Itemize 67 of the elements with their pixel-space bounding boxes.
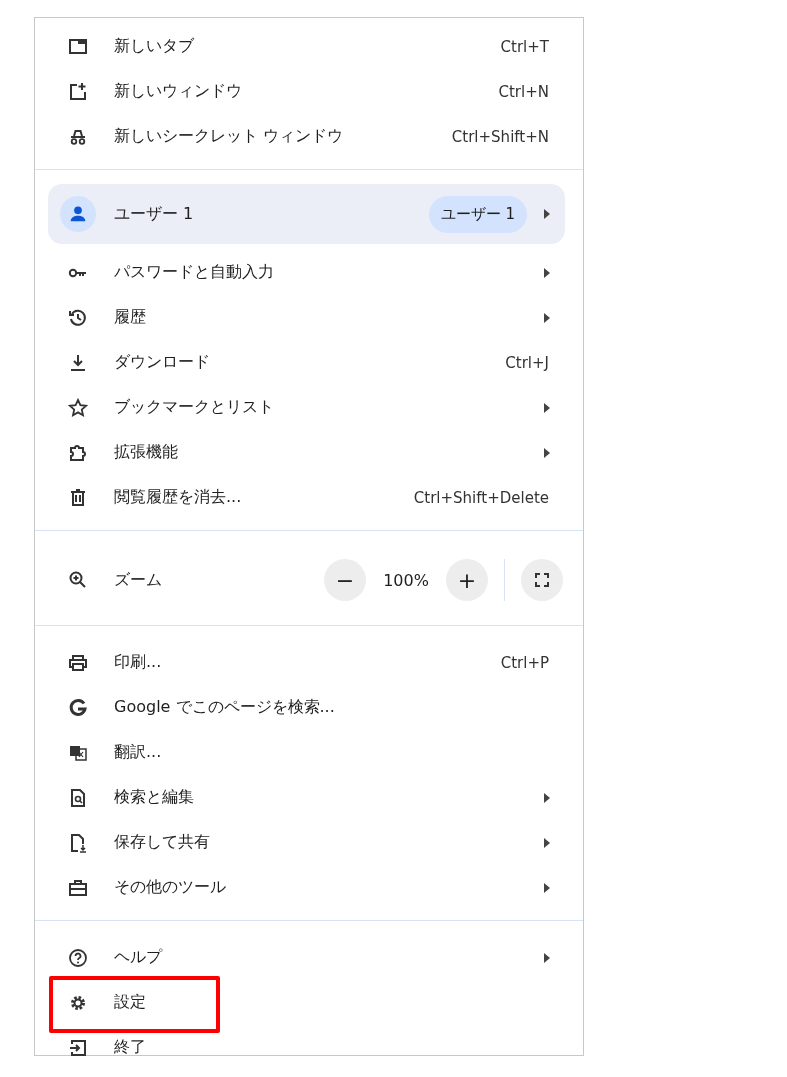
menu-label: 新しいウィンドウ [114, 81, 242, 102]
menu-label: ユーザー 1 [114, 203, 195, 225]
menu-item[interactable]: 印刷... Ctrl+P [35, 640, 583, 685]
keyboard-shortcut: Ctrl+Shift+Delete [413, 488, 549, 507]
menu-item[interactable]: 新しいタブ Ctrl+T [35, 24, 583, 69]
keyboard-shortcut: Ctrl+P [500, 653, 549, 672]
menu-item[interactable]: 履歴 [35, 295, 583, 340]
menu-item[interactable]: 検索と編集 [35, 775, 583, 820]
menu-label: 履歴 [114, 307, 146, 328]
trash-icon [68, 487, 88, 508]
zoom-in-icon [68, 570, 88, 590]
zoom-in-button[interactable]: + [446, 559, 488, 601]
puzzle-piece-icon [68, 442, 88, 463]
menu-label: ズーム [114, 569, 162, 591]
keyboard-shortcut: Ctrl+T [500, 37, 549, 56]
profile-name-badge: ユーザー 1 [428, 195, 527, 233]
menu-item[interactable]: 閲覧履歴を消去... Ctrl+Shift+Delete [35, 475, 583, 520]
menu-label: パスワードと自動入力 [114, 262, 274, 283]
history-clock-icon [68, 307, 88, 328]
menu-item[interactable]: ブックマークとリスト [35, 385, 583, 430]
menu-item[interactable]: 設定 [35, 980, 583, 1025]
menu-item[interactable]: パスワードと自動入力 [35, 250, 583, 295]
toolbox-icon [68, 877, 88, 898]
menu-item[interactable]: Google でこのページを検索... [35, 685, 583, 730]
menu-item[interactable]: ヘルプ [35, 935, 583, 980]
menu-label: 検索と編集 [114, 787, 194, 808]
menu-item[interactable]: 新しいウィンドウ Ctrl+N [35, 69, 583, 114]
download-icon [68, 352, 88, 373]
menu-label: 設定 [114, 992, 146, 1013]
help-icon [68, 947, 88, 968]
zoom-out-button[interactable]: − [324, 559, 366, 601]
printer-icon [68, 652, 88, 673]
menu-label: ダウンロード [114, 352, 210, 373]
exit-icon [68, 1037, 88, 1058]
star-icon [68, 397, 88, 418]
fullscreen-icon [534, 572, 550, 588]
zoom-level: 100% [382, 570, 430, 590]
window-plus-icon [68, 81, 88, 102]
menu-item[interactable]: その他のツール [35, 865, 583, 910]
menu-item[interactable]: 拡張機能 [35, 430, 583, 475]
menu-item[interactable]: 翻訳... [35, 730, 583, 775]
menu-item[interactable]: 終了 [35, 1025, 583, 1070]
menu-label: Google でこのページを検索... [114, 697, 335, 718]
menu-label: その他のツール [114, 877, 226, 898]
keyboard-shortcut: Ctrl+Shift+N [451, 127, 549, 146]
menu-label: 翻訳... [114, 742, 162, 763]
keyboard-shortcut: Ctrl+N [498, 82, 549, 101]
profile-item[interactable]: ユーザー 1 ユーザー 1 [48, 184, 565, 244]
menu-label: 閲覧履歴を消去... [114, 487, 242, 508]
menu-item[interactable]: 保存して共有 [35, 820, 583, 865]
keyboard-shortcut: Ctrl+J [505, 353, 549, 372]
menu-label: ヘルプ [114, 947, 162, 968]
menu-label: 終了 [114, 1037, 146, 1058]
menu-label: 印刷... [114, 652, 162, 673]
page-search-icon [68, 787, 88, 808]
menu-label: 拡張機能 [114, 442, 178, 463]
menu-item[interactable]: 新しいシークレット ウィンドウ Ctrl+Shift+N [35, 114, 583, 159]
tab-window-icon [68, 36, 88, 57]
menu-label: 新しいシークレット ウィンドウ [114, 126, 344, 147]
g-letter-icon [68, 697, 88, 718]
menu-label: 保存して共有 [114, 832, 210, 853]
menu-label: ブックマークとリスト [114, 397, 274, 418]
menu-item[interactable]: ダウンロード Ctrl+J [35, 340, 583, 385]
person-icon [60, 196, 96, 232]
fullscreen-button[interactable] [521, 559, 563, 601]
menu-label: 新しいタブ [114, 36, 194, 57]
file-download-icon [68, 832, 88, 853]
